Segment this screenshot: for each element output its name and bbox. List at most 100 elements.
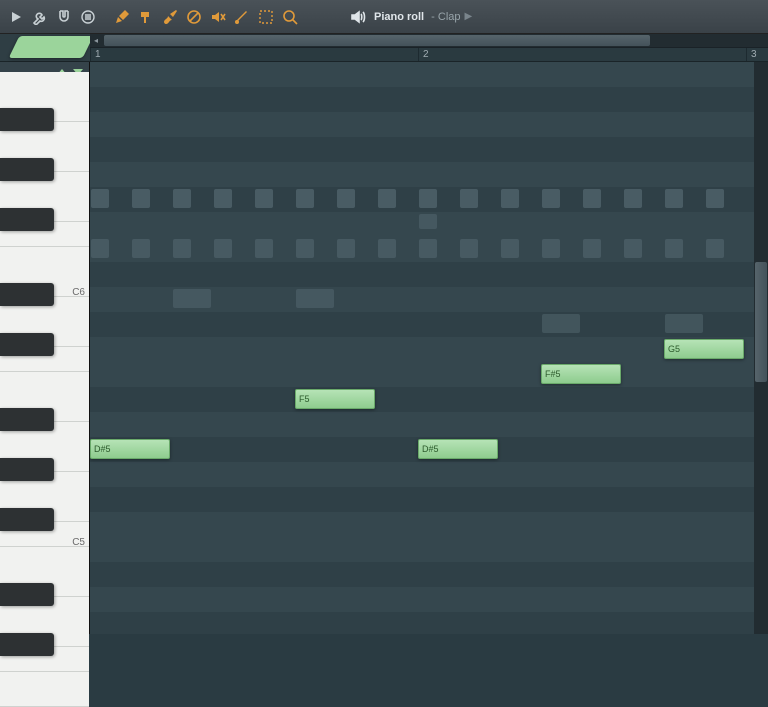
- ghost-note: [665, 189, 683, 208]
- note-grid[interactable]: D#5 F5 D#5 F#5 G5: [90, 62, 768, 634]
- ghost-note: [501, 189, 519, 208]
- ghost-note: [132, 189, 150, 208]
- grid-row: [90, 162, 768, 187]
- grid-row: [90, 462, 768, 487]
- zoom-tool-icon[interactable]: [280, 7, 300, 27]
- speaker-icon[interactable]: [348, 7, 368, 27]
- delete-tool-icon[interactable]: [184, 7, 204, 27]
- channel-chevron-icon[interactable]: ▶: [465, 11, 473, 22]
- grid-row: [90, 612, 768, 634]
- grid-row: [90, 362, 768, 387]
- ghost-note: [173, 239, 191, 258]
- black-key[interactable]: [0, 108, 54, 131]
- ruler-bar: 3: [746, 48, 757, 61]
- v-scroll-handle[interactable]: [755, 262, 767, 382]
- paint-tool-icon[interactable]: [136, 7, 156, 27]
- note[interactable]: D#5: [90, 439, 170, 459]
- options-menu-icon[interactable]: [78, 7, 98, 27]
- v-scrollbar[interactable]: [754, 62, 768, 634]
- ghost-note: [296, 239, 314, 258]
- black-key[interactable]: [0, 333, 54, 356]
- ghost-note: [214, 189, 232, 208]
- ghost-note: [255, 239, 273, 258]
- grid-row: [90, 512, 768, 537]
- corner-tab[interactable]: [0, 34, 90, 62]
- ruler-bar: 1: [90, 48, 101, 61]
- draw-tool-icon[interactable]: [112, 7, 132, 27]
- grid-row: [90, 487, 768, 512]
- playback-tool-icon[interactable]: [304, 7, 324, 27]
- h-scroll-handle[interactable]: [104, 35, 650, 46]
- note[interactable]: F#5: [541, 364, 621, 384]
- key-label: C6: [72, 287, 85, 298]
- ghost-note: [91, 189, 109, 208]
- sub-header: ◂ 1 2 3: [0, 34, 768, 62]
- ghost-note: [378, 239, 396, 258]
- ghost-note: [542, 189, 560, 208]
- grid-row: [90, 387, 768, 412]
- grid-row: [90, 537, 768, 562]
- grid-row: [90, 262, 768, 287]
- wrench-icon[interactable]: [30, 7, 50, 27]
- ghost-note: [378, 189, 396, 208]
- note[interactable]: D#5: [418, 439, 498, 459]
- ghost-note: [91, 239, 109, 258]
- ghost-note: [255, 189, 273, 208]
- ghost-note: [706, 239, 724, 258]
- black-key[interactable]: [0, 458, 54, 481]
- brush-tool-icon[interactable]: [160, 7, 180, 27]
- window-title: Piano roll: [374, 11, 424, 23]
- black-key[interactable]: [0, 408, 54, 431]
- black-key[interactable]: [0, 283, 54, 306]
- ghost-note: [542, 314, 580, 333]
- note[interactable]: G5: [664, 339, 744, 359]
- ghost-note: [173, 289, 211, 308]
- ghost-note: [583, 189, 601, 208]
- piano-keys[interactable]: C6 C5: [0, 62, 90, 634]
- slice-tool-icon[interactable]: [232, 7, 252, 27]
- grid-row: [90, 112, 768, 137]
- ghost-note: [624, 189, 642, 208]
- black-key[interactable]: [0, 583, 54, 606]
- note[interactable]: F5: [295, 389, 375, 409]
- grid-row: [90, 412, 768, 437]
- title-bar: Piano roll - Clap ▶: [348, 7, 472, 27]
- magnet-icon[interactable]: [54, 7, 74, 27]
- mute-tool-icon[interactable]: [208, 7, 228, 27]
- ghost-note: [337, 239, 355, 258]
- ghost-note: [665, 239, 683, 258]
- grid-row: [90, 587, 768, 612]
- ghost-note: [665, 314, 703, 333]
- ghost-note: [296, 289, 334, 308]
- ghost-note: [173, 189, 191, 208]
- ghost-note: [583, 239, 601, 258]
- ghost-note: [501, 239, 519, 258]
- scroll-left-icon[interactable]: ◂: [90, 35, 102, 46]
- h-scrollbar[interactable]: ◂: [90, 34, 768, 48]
- black-key[interactable]: [0, 633, 54, 656]
- play-icon[interactable]: [6, 7, 26, 27]
- black-key[interactable]: [0, 208, 54, 231]
- ghost-note: [706, 189, 724, 208]
- black-key[interactable]: [0, 508, 54, 531]
- ghost-note: [419, 214, 437, 229]
- black-key[interactable]: [0, 158, 54, 181]
- ghost-note: [132, 239, 150, 258]
- select-tool-icon[interactable]: [256, 7, 276, 27]
- ghost-note: [296, 189, 314, 208]
- ghost-note: [460, 189, 478, 208]
- ruler-bar: 2: [418, 48, 429, 61]
- white-key[interactable]: [0, 672, 89, 707]
- grid-row: [90, 137, 768, 162]
- ghost-note: [542, 239, 560, 258]
- ghost-note: [214, 239, 232, 258]
- grid-row: [90, 62, 768, 87]
- timeline-ruler[interactable]: 1 2 3: [90, 48, 768, 61]
- key-label: C5: [72, 537, 85, 548]
- grid-row: [90, 562, 768, 587]
- ghost-note: [419, 239, 437, 258]
- ghost-note: [460, 239, 478, 258]
- ghost-note: [419, 189, 437, 208]
- ghost-note: [337, 189, 355, 208]
- ghost-note: [624, 239, 642, 258]
